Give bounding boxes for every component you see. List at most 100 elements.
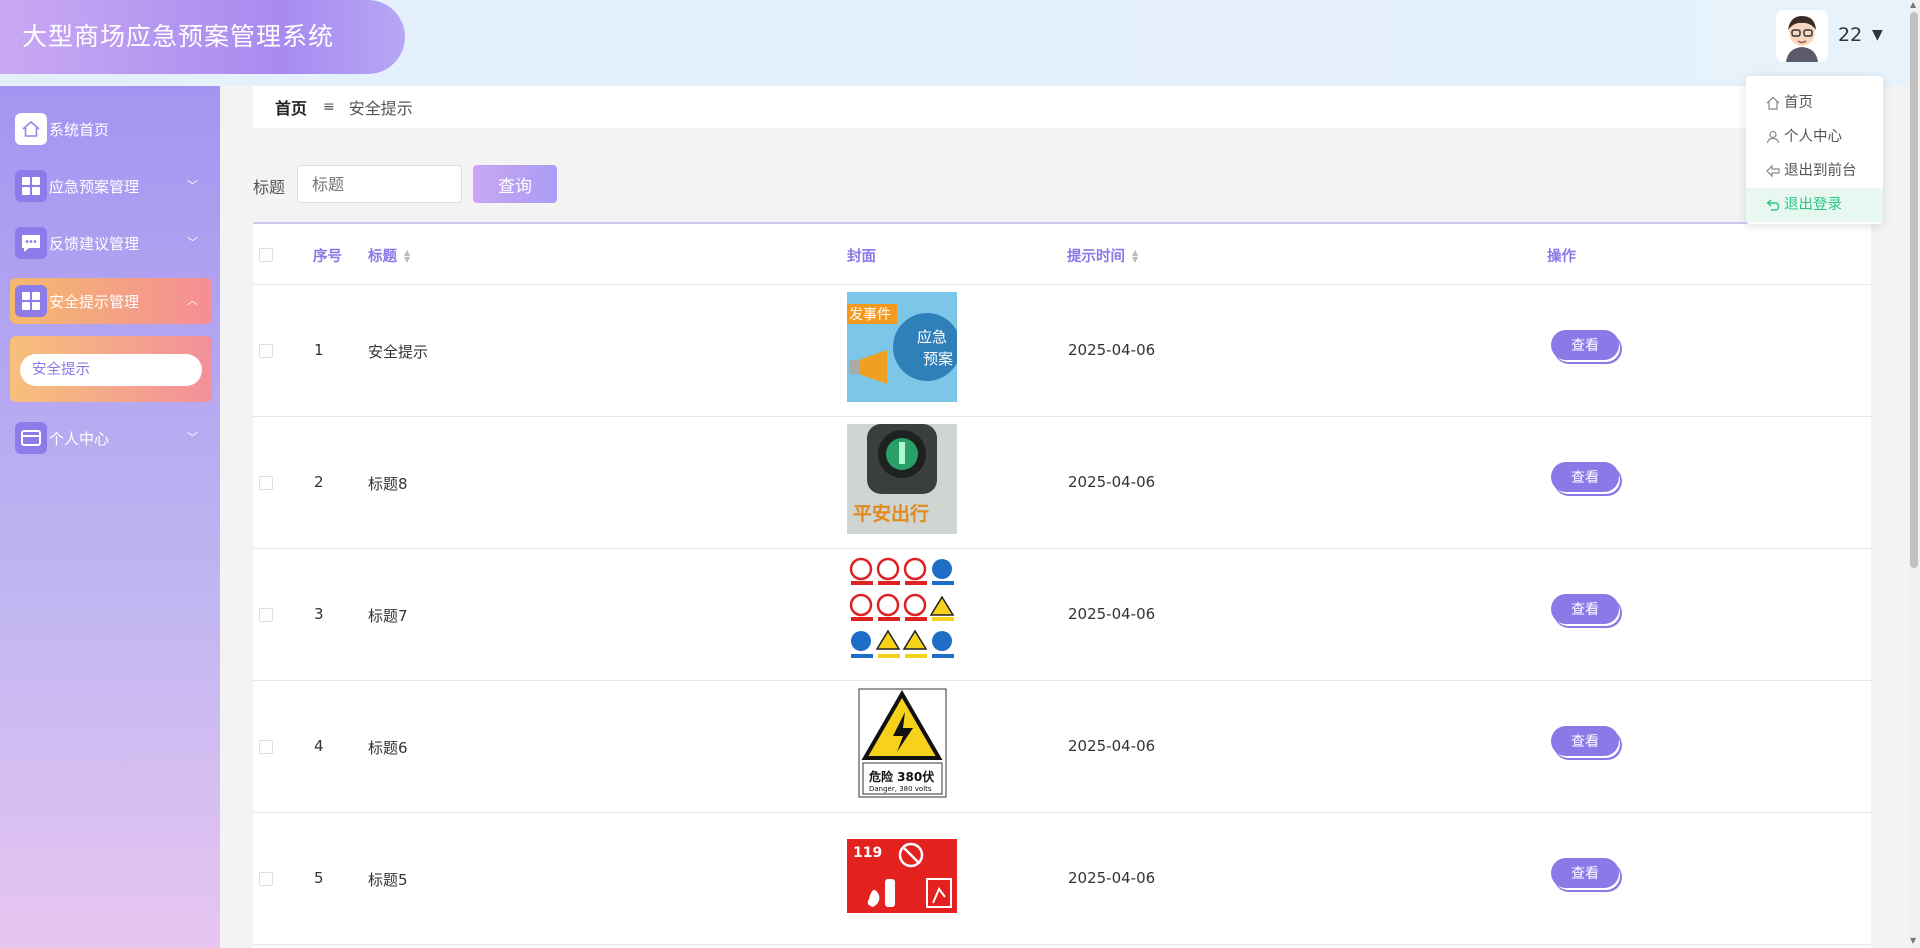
user-name[interactable]: 22 [1838, 24, 1862, 46]
sidebar-item-feedback-label: 反馈建议管理 [49, 234, 140, 253]
row-checkbox[interactable] [259, 344, 273, 358]
select-all-checkbox[interactable] [259, 248, 273, 262]
menu-item-logout[interactable]: 退出登录 [1746, 188, 1883, 222]
row-checkbox[interactable] [259, 872, 273, 886]
cover-image: 平安出行 [847, 424, 957, 534]
chat-icon [15, 227, 47, 259]
chevron-up-icon: ︿ [187, 294, 198, 307]
user-avatar[interactable] [1776, 10, 1828, 62]
cover-text: 发事件 [849, 307, 891, 323]
table-row: 3 标题7 2025-04-06 查看 [253, 549, 1871, 681]
row-index: 5 [314, 869, 324, 887]
app-title: 大型商场应急预案管理系统 [0, 0, 405, 74]
sidebar-item-feedback[interactable]: 反馈建议管理 ﹀ [10, 220, 212, 266]
sort-icon[interactable]: ▲ ▼ [404, 248, 410, 263]
sidebar-item-profile-label: 个人中心 [49, 429, 110, 448]
row-index: 1 [314, 341, 324, 359]
scroll-up-icon[interactable]: ▲ [1910, 0, 1916, 9]
table-row: 2 标题8 平安出行 2025-04-06 查看 [253, 417, 1871, 549]
row-time: 2025-04-06 [1068, 737, 1156, 755]
sidebar: 系统首页 应急预案管理 ﹀ 反馈建议管理 ﹀ 安全提示管理 ︿ 安全提示 个人中… [0, 86, 220, 948]
row-checkbox[interactable] [259, 608, 273, 622]
user-icon [1766, 130, 1780, 144]
row-title: 安全提示 [368, 343, 429, 361]
menu-item-profile[interactable]: 个人中心 [1746, 120, 1883, 154]
grid-icon [15, 285, 47, 317]
menu-lines-icon: ≡ [323, 99, 335, 115]
table-row: 5 标题5 119 2025-04-06 查看 [253, 813, 1871, 945]
cover-text: 平安出行 [853, 502, 929, 525]
view-button[interactable]: 查看 [1551, 594, 1619, 624]
row-title: 标题6 [368, 739, 408, 757]
svg-text:Danger, 380 volts: Danger, 380 volts [869, 785, 932, 793]
col-header-title[interactable]: 标题 ▲ ▼ [368, 245, 410, 266]
cover-image [847, 557, 957, 667]
cover-image: 应急 预案 发事件 [847, 292, 957, 402]
sort-icon[interactable]: ▲ ▼ [1132, 248, 1138, 263]
user-dropdown-menu: 首页 个人中心 退出到前台 退出登录 [1746, 76, 1883, 224]
view-button[interactable]: 查看 [1551, 858, 1619, 888]
table-header: 序号 标题 ▲ ▼ 封面 提示时间 ▲ ▼ 操作 [253, 224, 1871, 285]
view-button[interactable]: 查看 [1551, 462, 1619, 492]
menu-item-profile-label: 个人中心 [1784, 129, 1842, 145]
sidebar-item-safety[interactable]: 安全提示管理 ︿ [10, 278, 212, 324]
sidebar-item-safety-label: 安全提示管理 [49, 292, 140, 311]
col-header-time-label: 提示时间 [1067, 249, 1125, 265]
top-header: 大型商场应急预案管理系统 22 ▼ [0, 0, 1920, 86]
cover-image: 119 [847, 839, 957, 913]
sidebar-item-home-label: 系统首页 [49, 120, 110, 139]
svg-text:应急: 应急 [917, 328, 947, 346]
search-button[interactable]: 查询 [473, 165, 557, 203]
sidebar-submenu: 安全提示 [10, 336, 212, 402]
row-index: 2 [314, 473, 324, 491]
scrollbar-thumb[interactable] [1910, 12, 1918, 568]
row-checkbox[interactable] [259, 476, 273, 490]
caret-down-icon[interactable]: ▼ [1872, 27, 1883, 43]
row-time: 2025-04-06 [1068, 605, 1156, 623]
cover-image: 危险 380伏 Danger, 380 volts [847, 688, 957, 798]
sidebar-item-profile[interactable]: 个人中心 ﹀ [10, 415, 212, 461]
sidebar-item-home[interactable]: 系统首页 [10, 106, 212, 152]
view-button[interactable]: 查看 [1551, 726, 1619, 756]
row-time: 2025-04-06 [1068, 473, 1156, 491]
row-index: 4 [314, 737, 324, 755]
card-icon [15, 422, 47, 454]
col-header-cover: 封面 [847, 249, 876, 265]
breadcrumb-home[interactable]: 首页 [275, 95, 307, 119]
chevron-down-icon: ﹀ [187, 431, 198, 444]
chevron-down-icon: ﹀ [187, 236, 198, 249]
menu-item-exit-front[interactable]: 退出到前台 [1746, 154, 1883, 188]
menu-item-home[interactable]: 首页 [1746, 86, 1883, 120]
row-time: 2025-04-06 [1068, 341, 1156, 359]
sidebar-subitem-safety-tips[interactable]: 安全提示 [20, 354, 202, 386]
row-time: 2025-04-06 [1068, 869, 1156, 887]
menu-item-home-label: 首页 [1784, 95, 1813, 111]
view-button[interactable]: 查看 [1551, 330, 1619, 360]
search-label: 标题 [253, 178, 286, 197]
row-title: 标题5 [368, 871, 408, 889]
sidebar-item-plans[interactable]: 应急预案管理 ﹀ [10, 163, 212, 209]
page-scrollbar[interactable]: ▲ ▼ [1908, 0, 1920, 948]
svg-text:预案: 预案 [923, 350, 953, 368]
row-title: 标题8 [368, 475, 408, 493]
col-header-action: 操作 [1547, 249, 1576, 265]
row-checkbox[interactable] [259, 740, 273, 754]
table-row: 1 安全提示 应急 预案 发事件 2025-04-06 查看 [253, 285, 1871, 417]
menu-item-logout-label: 退出登录 [1784, 197, 1842, 213]
title-search-input[interactable] [297, 165, 462, 203]
grid-icon [15, 170, 47, 202]
data-table: 序号 标题 ▲ ▼ 封面 提示时间 ▲ ▼ 操作 1 安全提示 应急 预案 发事件 [253, 222, 1871, 948]
home-icon [1766, 96, 1780, 110]
chevron-down-icon: ﹀ [187, 179, 198, 192]
col-header-time[interactable]: 提示时间 ▲ ▼ [1067, 245, 1138, 266]
row-index: 3 [314, 605, 324, 623]
scroll-down-icon[interactable]: ▼ [1910, 936, 1916, 945]
breadcrumb-current: 安全提示 [348, 99, 413, 118]
breadcrumb: 首页 ≡ 安全提示 [253, 86, 1871, 128]
back-icon [1766, 164, 1780, 178]
table-row: 4 标题6 危险 380伏 Danger, 380 volts 2025-04-… [253, 681, 1871, 813]
home-icon [15, 113, 47, 145]
col-header-index: 序号 [313, 249, 342, 265]
menu-item-exit-front-label: 退出到前台 [1784, 163, 1857, 179]
col-header-title-label: 标题 [368, 249, 397, 265]
